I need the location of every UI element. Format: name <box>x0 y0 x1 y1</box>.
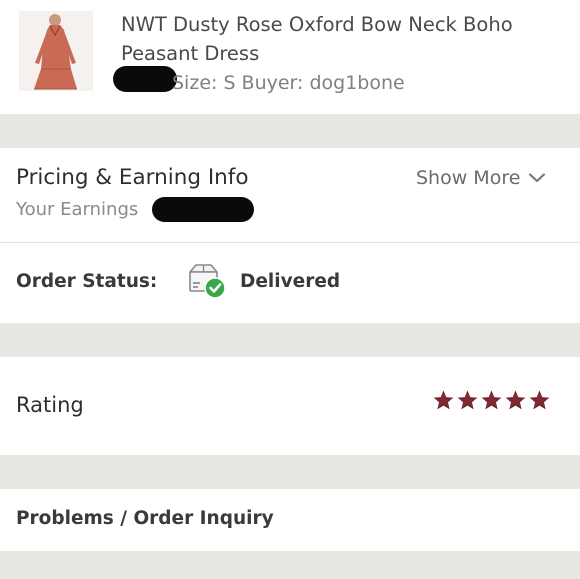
star-icon <box>529 390 550 410</box>
earnings-label: Your Earnings <box>16 199 139 220</box>
rating-label: Rating <box>16 393 84 417</box>
earnings-redaction <box>152 197 254 222</box>
star-icon <box>481 390 502 410</box>
dress-image-icon <box>19 11 93 91</box>
star-icon <box>433 390 454 410</box>
section-divider <box>0 551 580 579</box>
rating-stars <box>432 389 551 411</box>
redaction-mark <box>113 66 177 92</box>
show-more-label: Show More <box>416 167 521 189</box>
star-icon <box>505 390 526 410</box>
order-status-label: Order Status: <box>16 271 158 292</box>
item-title[interactable]: NWT Dusty Rose Oxford Bow Neck Boho Peas… <box>121 10 561 68</box>
problems-order-inquiry-label[interactable]: Problems / Order Inquiry <box>16 508 274 529</box>
pricing-section[interactable] <box>0 148 580 243</box>
section-divider <box>0 323 580 357</box>
pricing-title: Pricing & Earning Info <box>16 165 249 190</box>
item-thumbnail[interactable] <box>19 11 93 91</box>
chevron-down-icon <box>529 173 546 183</box>
show-more-button[interactable]: Show More <box>416 167 546 189</box>
order-status-value: Delivered <box>240 271 341 292</box>
star-icon <box>457 390 478 410</box>
section-divider <box>0 455 580 489</box>
delivered-package-icon <box>189 264 226 299</box>
item-size-buyer: Size: S Buyer: dog1bone <box>172 72 405 94</box>
section-divider <box>0 114 580 148</box>
order-item-card[interactable]: NWT Dusty Rose Oxford Bow Neck Boho Peas… <box>0 0 580 114</box>
